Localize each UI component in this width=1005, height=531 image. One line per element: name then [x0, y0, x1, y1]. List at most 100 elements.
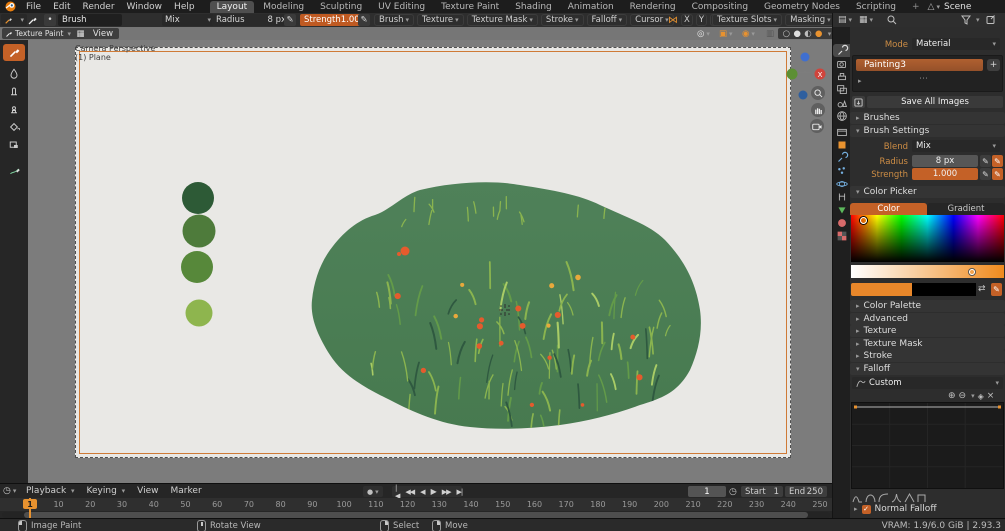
radius-slider[interactable]: 8 px: [912, 155, 978, 167]
properties-tab-constraints[interactable]: [833, 190, 851, 203]
auto-keying-button[interactable]: ● ▾: [363, 486, 383, 497]
mask-tool-button[interactable]: [3, 136, 25, 153]
properties-tab-texture[interactable]: [833, 229, 851, 242]
properties-tab-material[interactable]: [833, 216, 851, 229]
scene-name[interactable]: Scene: [944, 2, 1005, 12]
move-view-icon[interactable]: [811, 103, 825, 117]
menu-window[interactable]: Window: [121, 2, 169, 12]
curve-zoom-in-icon[interactable]: ⊕: [948, 391, 956, 401]
popover-falloff[interactable]: Falloff ▾: [586, 14, 628, 26]
strength-pressure-icon[interactable]: ✎: [992, 168, 1003, 180]
end-frame-field[interactable]: End 250: [785, 486, 827, 497]
properties-tab-view-layer[interactable]: [833, 83, 851, 96]
radius-pressure-icon[interactable]: ✎: [992, 155, 1003, 167]
strength-slider[interactable]: Strength 1.000: [300, 14, 365, 26]
properties-tab-render[interactable]: [833, 57, 851, 70]
properties-tab-scene[interactable]: [833, 96, 851, 109]
strength-pressure-icon[interactable]: ✎: [358, 14, 370, 26]
blend-mode-dropdown[interactable]: Mix ▾: [162, 14, 214, 26]
mode-dropdown[interactable]: Material ▾: [912, 38, 1000, 50]
strength-pen-icon[interactable]: ✎: [980, 168, 991, 180]
brush-name-field[interactable]: Brush: [58, 14, 122, 26]
scene-icon[interactable]: △ ▾: [928, 2, 940, 12]
gradient-tab[interactable]: Gradient: [927, 203, 1005, 215]
menu-render[interactable]: Render: [77, 2, 121, 12]
clone-tool-button[interactable]: [3, 100, 25, 117]
editor-type-icon[interactable]: ◷ ▾: [3, 486, 16, 496]
popover-brush[interactable]: Brush ▾: [374, 14, 415, 26]
popover-masking[interactable]: Masking ▾: [785, 14, 836, 26]
workspace-tab-shading[interactable]: Shading: [508, 1, 559, 13]
value-slider[interactable]: [851, 265, 1004, 278]
falloff-preset-dropdown[interactable]: Custom ▾: [852, 377, 1003, 389]
radius-slider[interactable]: Radius 8 px: [212, 14, 290, 26]
editor-type-icon[interactable]: ▤ ▾: [838, 15, 852, 25]
falloff-panel-header[interactable]: ▾ Falloff: [850, 363, 1005, 375]
menu-edit[interactable]: Edit: [47, 2, 76, 12]
display-mode-icon[interactable]: ▦ ▾: [859, 15, 873, 25]
mode-dropdown[interactable]: Texture Paint ▾: [2, 28, 74, 39]
brush-icon[interactable]: [24, 14, 40, 26]
mirror-y-toggle[interactable]: Y: [695, 14, 708, 26]
current-frame-field[interactable]: 1: [688, 486, 726, 497]
properties-tab-modifiers[interactable]: [833, 151, 851, 164]
soften-tool-button[interactable]: [3, 64, 25, 81]
texture-panel-header[interactable]: ▸ Texture: [850, 325, 1005, 337]
add-workspace-button[interactable]: +: [905, 1, 927, 13]
workspace-tab-layout[interactable]: Layout: [209, 0, 255, 13]
workspace-tab-texture-paint[interactable]: Texture Paint: [434, 1, 506, 13]
previous-keyframe-icon[interactable]: ◀◀: [402, 488, 417, 496]
next-keyframe-icon[interactable]: ▶▶: [439, 488, 454, 496]
view-menu[interactable]: View: [87, 28, 119, 39]
curve-delete-icon[interactable]: ×: [987, 391, 995, 401]
search-icon[interactable]: [887, 15, 897, 25]
workspace-tab-animation[interactable]: Animation: [561, 1, 621, 13]
timeline-menu-marker[interactable]: Marker: [171, 486, 202, 496]
workspace-tab-rendering[interactable]: Rendering: [623, 1, 683, 13]
properties-tab-object-data[interactable]: [833, 203, 851, 216]
advanced-panel-header[interactable]: ▸ Advanced: [850, 312, 1005, 325]
workspace-tab-scripting[interactable]: Scripting: [849, 1, 903, 13]
workspace-tab-modeling[interactable]: Modeling: [256, 1, 311, 13]
start-frame-field[interactable]: Start 1: [741, 486, 783, 497]
workspace-tab-geometry-nodes[interactable]: Geometry Nodes: [757, 1, 847, 13]
strength-slider[interactable]: 1.000: [912, 168, 978, 180]
blend-dropdown[interactable]: Mix ▾: [912, 140, 1000, 152]
properties-tab-world[interactable]: [833, 109, 851, 122]
viewport-canvas[interactable]: Camera Perspective (1) Plane X: [28, 40, 832, 483]
color-pressure-icon[interactable]: ✎: [991, 283, 1002, 296]
blender-logo-icon[interactable]: [5, 1, 16, 12]
play-reverse-icon[interactable]: ◀: [417, 488, 427, 496]
shading-material-icon[interactable]: ◐: [804, 29, 811, 39]
brush-settings-panel-header[interactable]: ▾ Brush Settings: [850, 125, 1005, 137]
color-palette-panel-header[interactable]: ▸ Color Palette: [850, 300, 1005, 312]
zoom-view-icon[interactable]: [811, 86, 825, 100]
falloff-curve-editor[interactable]: [851, 402, 1004, 489]
smear-tool-button[interactable]: [3, 82, 25, 99]
preset-sharp-icon[interactable]: [891, 492, 902, 503]
options-icon[interactable]: [986, 15, 996, 25]
stroke-panel-header[interactable]: ▸ Stroke: [850, 350, 1005, 362]
color-tab[interactable]: Color: [850, 203, 927, 215]
popover-texture-mask[interactable]: Texture Mask ▾: [466, 14, 538, 26]
filter-chevron-icon[interactable]: ▾: [976, 16, 980, 24]
texture-mask-panel-header[interactable]: ▸ Texture Mask: [850, 337, 1005, 350]
popover-texture[interactable]: Texture ▾: [417, 14, 464, 26]
shading-wireframe-icon[interactable]: ○: [783, 29, 790, 39]
color-picker-panel-header[interactable]: ▾ Color Picker: [850, 186, 1005, 198]
timeline-menu-keying[interactable]: Keying ▾: [87, 486, 126, 496]
properties-tab-tool[interactable]: [833, 44, 851, 57]
texture-slot-item[interactable]: Painting3: [856, 59, 983, 71]
properties-tab-physics[interactable]: [833, 177, 851, 190]
normal-falloff-checkbox[interactable]: ✓: [861, 504, 871, 514]
mirror-x-toggle[interactable]: X: [681, 14, 693, 26]
radius-pressure-icon[interactable]: ✎: [284, 14, 296, 26]
texture-paint-display-icon[interactable]: ◉ ▾: [739, 28, 765, 39]
add-texture-slot-button[interactable]: +: [987, 59, 1000, 71]
popover-stroke[interactable]: Stroke ▾: [540, 14, 584, 26]
preset-root-icon[interactable]: [878, 492, 889, 503]
menu-file[interactable]: File: [20, 2, 47, 12]
slot-more-icon[interactable]: ⋯: [919, 74, 928, 84]
workspace-tab-uv-editing[interactable]: UV Editing: [371, 1, 432, 13]
fill-tool-button[interactable]: [3, 118, 25, 135]
